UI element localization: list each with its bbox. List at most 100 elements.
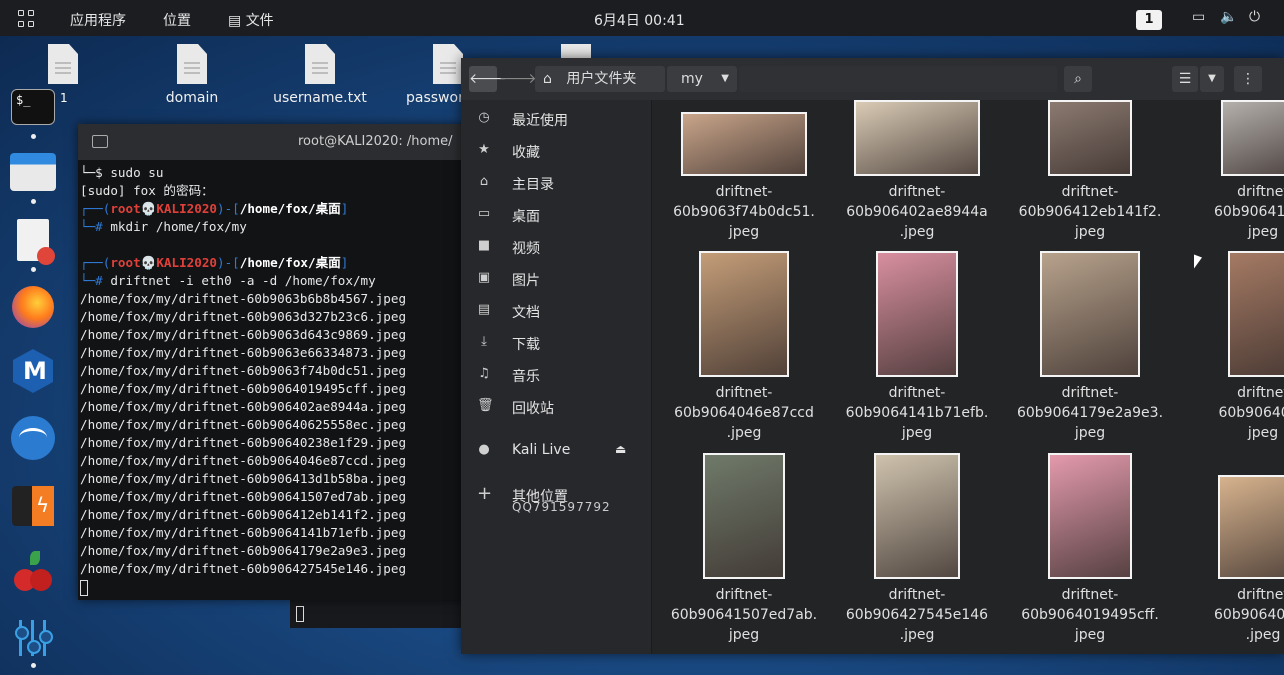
desktop-file-domain[interactable]: domain bbox=[142, 44, 242, 106]
sidebar-item-label: Kali Live bbox=[512, 442, 571, 458]
terminal-cursor bbox=[296, 606, 304, 622]
file-name-line: driftnet- bbox=[1061, 385, 1119, 401]
output-text: /home/fox/my/driftnet-60b906427545e146.j… bbox=[80, 561, 407, 576]
places-menu[interactable]: 位置 bbox=[163, 10, 191, 30]
file-item[interactable]: driftnet- 60b906402ae8944a .jpeg bbox=[832, 100, 1002, 242]
desktop-file[interactable] bbox=[13, 44, 113, 90]
app-grid-icon[interactable] bbox=[18, 10, 36, 28]
search-icon: ⌕ bbox=[1074, 71, 1082, 87]
output-text: /home/fox/my/driftnet-60b90640238e1f29.j… bbox=[80, 435, 407, 450]
output-text: /home/fox/my/driftnet-60b9064019495cff.j… bbox=[80, 381, 407, 396]
file-manager-headerbar: 🡐 🡒 ⌂ 用户文件夹 my ▼ ⌕ ☰ ▼ ⋮ bbox=[461, 58, 1284, 100]
sidebar-item-recent[interactable]: ◷ 最近使用 bbox=[461, 104, 651, 134]
settings-icon[interactable] bbox=[13, 616, 53, 660]
metasploit-icon[interactable]: M bbox=[13, 349, 53, 393]
terminal-titlebar[interactable]: root@KALI2020: /home/ bbox=[78, 124, 478, 160]
files-app-menu[interactable]: ▤ 文件 bbox=[228, 10, 274, 30]
clock[interactable]: 6月4日 00:41 bbox=[594, 10, 685, 30]
text-file-icon bbox=[48, 44, 78, 84]
watermark-text: QQ791597792 bbox=[512, 500, 611, 514]
forward-button[interactable]: 🡒 bbox=[499, 66, 537, 92]
terminal-output[interactable]: └─$ sudo su [sudo] fox 的密码： ┌──(root💀KALI2… bbox=[78, 160, 478, 596]
burpsuite-icon[interactable]: ϟ bbox=[12, 486, 54, 526]
file-name-line: driftnet- bbox=[715, 587, 773, 603]
breadcrumb-home[interactable]: ⌂ 用户文件夹 bbox=[535, 66, 665, 92]
image-thumbnail bbox=[681, 112, 807, 176]
volume-icon[interactable]: 🔈 bbox=[1220, 9, 1237, 25]
image-thumbnail bbox=[1048, 100, 1132, 176]
view-options-button[interactable]: ▼ bbox=[1200, 66, 1224, 92]
sidebar-item-trash[interactable]: 🗑 回收站 bbox=[461, 392, 651, 422]
file-item[interactable]: driftnet- 60b90641507ed7ab. jpeg bbox=[659, 453, 829, 645]
breadcrumb-current[interactable]: my ▼ bbox=[667, 66, 737, 92]
menu-button[interactable]: ⋮ bbox=[1234, 66, 1262, 92]
output-text: /home/fox/my/driftnet-60b906413d1b58ba.j… bbox=[80, 471, 407, 486]
disc-icon: ● bbox=[478, 442, 490, 457]
terminal-window[interactable]: root@KALI2020: /home/ └─$ sudo su [sudo] … bbox=[78, 124, 478, 600]
sidebar-item-label: 音乐 bbox=[512, 369, 540, 385]
chevron-down-icon: ▼ bbox=[721, 73, 729, 84]
file-item[interactable]: driftnet- 60b9064141b71efb. jpeg bbox=[832, 251, 1002, 443]
sidebar-item-video[interactable]: ■ 视频 bbox=[461, 232, 651, 262]
terminal-line: /home/fox/my/driftnet-60b9063d643c9869.j… bbox=[80, 326, 478, 344]
file-name-line: driftnet bbox=[1237, 184, 1284, 200]
firefox-icon[interactable] bbox=[12, 286, 54, 328]
file-name-line: driftnet- bbox=[888, 184, 946, 200]
file-item[interactable]: driftnet- 60b9064179e2a9e3. jpeg bbox=[1005, 251, 1175, 443]
sidebar-item-star[interactable]: ★ 收藏 bbox=[461, 136, 651, 166]
file-item[interactable]: driftnet- 60b906412eb141f2. jpeg bbox=[1005, 100, 1175, 242]
file-name-line: 60b9064019495cff. bbox=[1021, 607, 1159, 623]
output-text: /home/fox/my/driftnet-60b906402ae8944a.j… bbox=[80, 399, 407, 414]
workspace-indicator[interactable]: 1 bbox=[1136, 10, 1162, 30]
output-text: /home/fox/my/driftnet-60b906412eb141f2.j… bbox=[80, 507, 407, 522]
sidebar-item-desktop-folder[interactable]: ▭ 桌面 bbox=[461, 200, 651, 230]
sidebar-item-kali-live[interactable]: ● Kali Live ⏏ bbox=[461, 436, 651, 466]
terminal-window-count: 1 bbox=[60, 91, 68, 105]
sidebar-item-pictures[interactable]: ▣ 图片 bbox=[461, 264, 651, 294]
files-menu-icon: ▤ bbox=[228, 13, 246, 29]
view-toggle-button[interactable]: ☰ bbox=[1172, 66, 1198, 92]
terminal-line: └─$ sudo su bbox=[80, 164, 478, 182]
file-name-line: .jpeg bbox=[899, 224, 935, 240]
file-item[interactable]: driftnet 60b9064023 jpeg bbox=[1178, 251, 1284, 443]
text-editor-icon[interactable] bbox=[17, 219, 55, 265]
file-name-line: jpeg bbox=[1074, 425, 1106, 441]
wireshark-icon[interactable] bbox=[11, 416, 55, 460]
file-name-line: jpeg bbox=[1074, 627, 1106, 643]
prompt-path: /home/fox/桌面 bbox=[239, 255, 341, 270]
file-item[interactable]: driftnet- 60b9064046e87ccd .jpeg bbox=[659, 251, 829, 443]
file-item[interactable]: driftnet 60b906413d1 jpeg bbox=[1178, 100, 1284, 242]
file-grid[interactable]: driftnet- 60b9063f74b0dc51. jpeg driftnet- 6… bbox=[652, 100, 1284, 654]
output-text: /home/fox/my/driftnet-60b9063b6b8b4567.j… bbox=[80, 291, 407, 306]
back-button[interactable]: 🡐 bbox=[469, 66, 507, 92]
image-thumbnail bbox=[876, 251, 958, 377]
desktop-file-password[interactable]: passwor bbox=[396, 44, 466, 106]
terminal-line: /home/fox/my/driftnet-60b906413d1b58ba.j… bbox=[80, 470, 478, 488]
eject-icon[interactable]: ⏏ bbox=[615, 442, 626, 456]
file-item[interactable]: driftnet- 60b9064019495cff. jpeg bbox=[1005, 453, 1175, 645]
files-icon[interactable] bbox=[10, 153, 56, 191]
dock: $_ 1 M ϟ bbox=[0, 36, 68, 675]
image-thumbnail bbox=[854, 100, 980, 176]
image-thumbnail bbox=[1040, 251, 1140, 377]
output-text: /home/fox/my/driftnet-60b9064179e2a9e3.j… bbox=[80, 543, 407, 558]
power-icon[interactable]: ⏻ bbox=[1249, 9, 1260, 25]
file-name-line: 60b9064141b71efb. bbox=[845, 405, 989, 421]
file-item[interactable]: driftnet 60b90640625 .jpeg bbox=[1178, 453, 1284, 645]
terminal-line: /home/fox/my/driftnet-60b906412eb141f2.j… bbox=[80, 506, 478, 524]
sidebar-item-documents[interactable]: ▤ 文档 bbox=[461, 296, 651, 326]
sidebar-item-download[interactable]: ⤓ 下载 bbox=[461, 328, 651, 358]
running-indicator bbox=[31, 663, 36, 668]
file-item[interactable]: driftnet- 60b9063f74b0dc51. jpeg bbox=[659, 100, 829, 242]
terminal-icon[interactable]: $_ bbox=[11, 89, 55, 125]
sidebar-item-home[interactable]: ⌂ 主目录 bbox=[461, 168, 651, 198]
screen-icon[interactable]: ▭ bbox=[1192, 9, 1205, 25]
desktop-file-username[interactable]: username.txt bbox=[270, 44, 370, 106]
running-indicator bbox=[31, 199, 36, 204]
file-item[interactable]: driftnet- 60b906427545e146 .jpeg bbox=[832, 453, 1002, 645]
file-manager-window[interactable]: 🡐 🡒 ⌂ 用户文件夹 my ▼ ⌕ ☰ ▼ ⋮ ● Kali Live ⏏ +… bbox=[461, 58, 1284, 654]
search-button[interactable]: ⌕ bbox=[1064, 66, 1092, 92]
cherrytree-icon[interactable] bbox=[12, 551, 54, 593]
applications-menu[interactable]: 应用程序 bbox=[70, 10, 126, 30]
sidebar-item-music[interactable]: ♫ 音乐 bbox=[461, 360, 651, 390]
